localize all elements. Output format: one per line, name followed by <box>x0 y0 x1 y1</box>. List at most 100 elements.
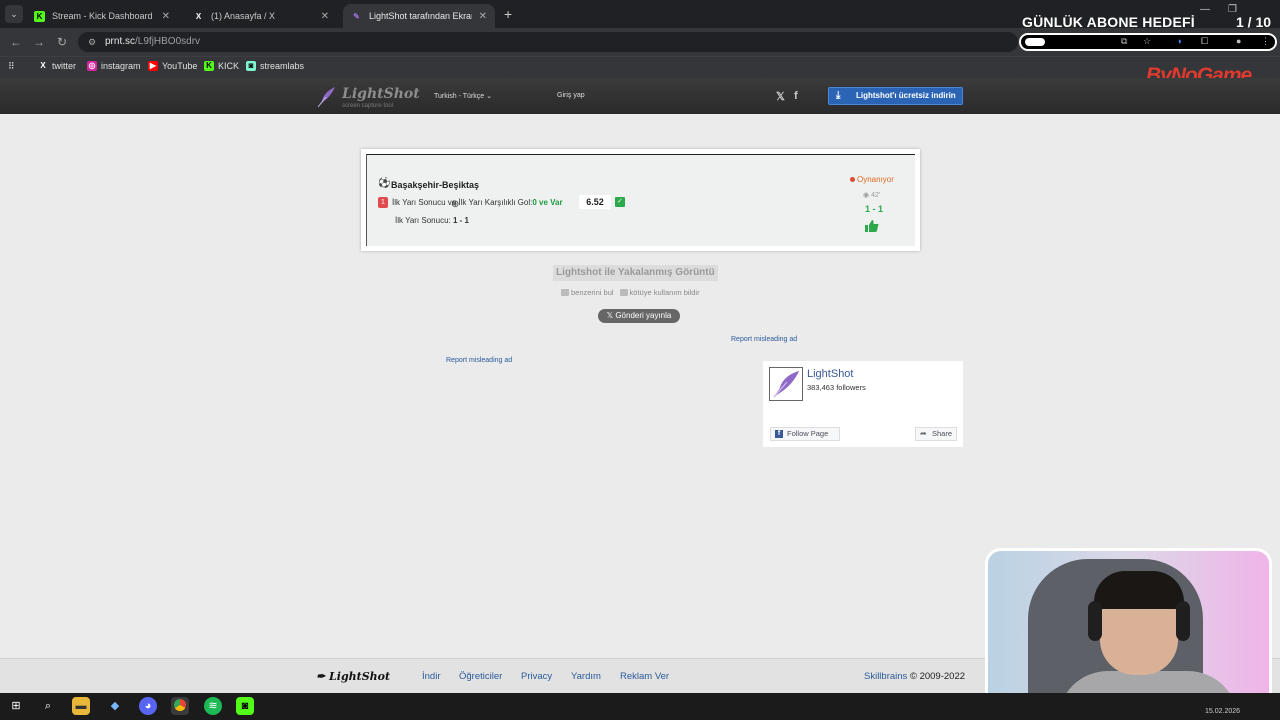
half-time-result: İlk Yarı Sonucu: 1 - 1 <box>395 216 469 225</box>
footer-copyright: Skillbrains © 2009-2022 <box>864 671 965 682</box>
post-tweet-label: Gönderi yayınla <box>615 311 672 320</box>
logo-wordmark: LightShot <box>342 86 420 102</box>
footer-link-privacy[interactable]: Privacy <box>521 671 552 682</box>
fb-followers: 383,463 followers <box>807 383 866 392</box>
streamer-hair <box>1094 571 1184 609</box>
find-similar-label: benzerini bul <box>571 288 614 297</box>
share-icon: ➦ <box>920 429 927 438</box>
follow-page-button[interactable]: f Follow Page <box>770 427 840 441</box>
flag-icon <box>619 289 628 296</box>
reload-icon[interactable]: ↻ <box>57 35 67 49</box>
bookmark-streamlabs[interactable]: ◙ streamlabs <box>246 61 304 71</box>
forward-icon[interactable]: → <box>33 35 45 49</box>
login-link[interactable]: Giriş yap <box>557 92 585 99</box>
fb-page-name[interactable]: LightShot <box>807 368 853 380</box>
bet-odds: 6.52 <box>579 195 611 209</box>
thumbs-up-icon <box>865 220 879 232</box>
close-icon[interactable]: ✕ <box>321 11 329 22</box>
tab-title: Stream - Kick Dashboard <box>52 11 153 21</box>
screenshot-image[interactable]: ⚽ Başakşehir-Beşiktaş 1 İlk Yarı Sonucu … <box>361 149 920 251</box>
live-status: Oynanıyor <box>850 175 894 184</box>
bookmark-label: streamlabs <box>260 61 305 71</box>
report-abuse-link[interactable]: kötüye kullanım bildir <box>619 288 700 297</box>
image-caption: Lightshot ile Yakalanmış Görüntü <box>553 265 718 281</box>
bet-market: İlk Yarı Sonucu ve İlk Yarı Karşılıklı G… <box>392 198 533 207</box>
image-actions: benzerini bul kötüye kullanım bildir <box>561 288 700 297</box>
bookmark-label: KICK <box>218 61 240 71</box>
share-button[interactable]: ➦ Share <box>915 427 957 441</box>
tab-x-home[interactable]: X (1) Anasayfa / X ✕ <box>185 4 337 28</box>
footer-logo[interactable]: ✒ LightShot <box>316 670 390 683</box>
streamlabs-icon[interactable]: ◙ <box>236 697 254 715</box>
report-ad-link[interactable]: Report misleading ad <box>446 357 512 364</box>
file-explorer-icon[interactable]: ▬ <box>72 697 90 715</box>
match-minute: ◉ 42' <box>863 192 881 199</box>
tab-lightshot[interactable]: ✎ LightShot tarafından Ekran Görü ✕ <box>343 4 495 28</box>
download-button[interactable]: ⤓ Lightshot'ı ücretsiz indirin <box>828 87 963 105</box>
facebook-page-widget: LightShot 383,463 followers f Follow Page… <box>763 361 963 447</box>
bookmark-twitter[interactable]: X twitter <box>38 61 76 71</box>
apps-icon[interactable]: ⠿ <box>8 61 15 72</box>
extension-icon[interactable]: ◗ <box>1177 36 1182 46</box>
chevron-down-icon: ⌄ <box>486 93 493 100</box>
kick-icon: K <box>34 10 45 22</box>
close-icon[interactable]: ✕ <box>479 11 487 22</box>
download-label: Lightshot'ı ücretsiz indirin <box>856 91 956 100</box>
report-ad-link[interactable]: Report misleading ad <box>731 336 797 343</box>
new-tab-button[interactable]: + <box>504 6 512 22</box>
lightshot-page-avatar[interactable] <box>769 367 803 401</box>
site-info-icon[interactable]: ⚙ <box>88 32 96 52</box>
taskbar-date: 15.02.2026 <box>1205 708 1241 715</box>
tab-title: LightShot tarafından Ekran Görü <box>369 11 472 21</box>
bookmark-label: instagram <box>101 61 141 71</box>
menu-icon[interactable]: ⋮ <box>1261 36 1270 47</box>
live-dot-icon <box>850 177 855 182</box>
footer-link-tutorials[interactable]: Öğreticiler <box>459 671 502 682</box>
tab-title: (1) Anasayfa / X <box>211 11 276 21</box>
footer-link-download[interactable]: İndir <box>422 671 440 682</box>
profile-avatar[interactable]: ● <box>1236 36 1241 46</box>
back-icon[interactable]: ← <box>10 35 22 49</box>
minimize-icon[interactable]: — <box>1200 4 1210 15</box>
bookmark-star-icon[interactable]: ☆ <box>1143 36 1151 47</box>
half-time-value: 1 - 1 <box>452 216 469 225</box>
footer-link-advertise[interactable]: Reklam Ver <box>620 671 669 682</box>
bet-index-badge: 1 <box>378 197 388 208</box>
match-title: Başakşehir-Beşiktaş <box>391 180 480 190</box>
twitter-icon[interactable]: 𝕏 <box>776 90 785 103</box>
close-icon[interactable]: ✕ <box>162 11 170 22</box>
bet-pick: 0 ve Var <box>532 198 563 207</box>
camera-icon <box>561 289 569 296</box>
live-score: 1 - 1 <box>865 204 884 214</box>
footer-link-help[interactable]: Yardım <box>571 671 601 682</box>
post-tweet-button[interactable]: 𝕏 Gönderi yayınla <box>598 309 680 323</box>
extensions-puzzle-icon[interactable]: ⧠ <box>1201 36 1208 47</box>
download-icon: ⤓ <box>836 90 841 101</box>
bet-description: İlk Yarı Sonucu ve İlk Yarı Karşılıklı G… <box>392 198 563 207</box>
bookmark-youtube[interactable]: ▶ YouTube <box>148 61 197 71</box>
skillbrains-link[interactable]: Skillbrains <box>864 671 907 682</box>
facebook-icon[interactable]: f <box>794 90 798 102</box>
language-select[interactable]: Turkish - Türkçe ⌄ <box>434 92 492 100</box>
app-icon[interactable]: ◆ <box>106 697 124 715</box>
bookmark-instagram[interactable]: ◎ instagram <box>87 61 141 71</box>
chrome-icon[interactable] <box>171 697 189 715</box>
url-host: prnt.sc <box>105 36 136 47</box>
search-icon[interactable]: ⌕ <box>39 697 57 715</box>
cast-icon[interactable]: ⧉ <box>1121 36 1127 47</box>
bookmark-label: YouTube <box>162 61 198 71</box>
bookmark-label: twitter <box>52 61 77 71</box>
spotify-icon[interactable]: ≋ <box>204 697 222 715</box>
discord-icon[interactable]: ◕ <box>139 697 157 715</box>
windows-start-icon[interactable]: ⊞ <box>7 697 25 715</box>
share-label: Share <box>932 429 953 438</box>
find-similar-link[interactable]: benzerini bul <box>561 288 614 297</box>
tab-kick-dashboard[interactable]: K Stream - Kick Dashboard ✕ <box>26 4 178 28</box>
streamlabs-icon: ◙ <box>246 61 256 71</box>
url-input[interactable]: ⚙ prnt.sc/L9fjHBO0sdrv <box>78 32 1018 52</box>
tab-search-button[interactable]: ⌄ <box>5 5 23 23</box>
bookmark-kick[interactable]: K KICK <box>204 61 239 71</box>
football-icon: ⚽ <box>378 178 391 189</box>
report-abuse-label: kötüye kullanım bildir <box>629 288 700 297</box>
x-icon: 𝕏 <box>606 311 614 320</box>
